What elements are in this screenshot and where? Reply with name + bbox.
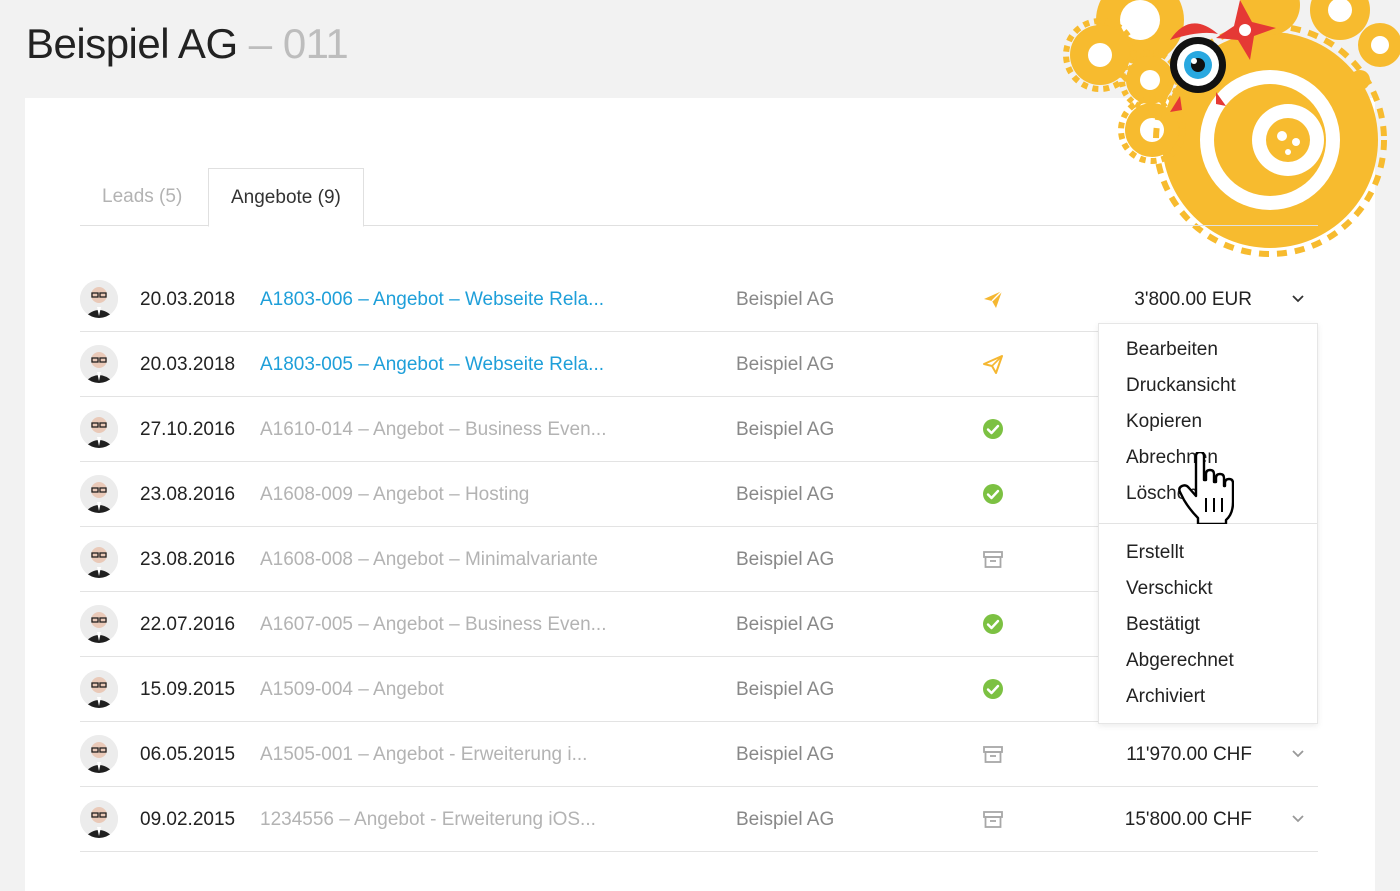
offer-title-link[interactable]: A1608-009 – Angebot – Hosting <box>260 462 529 527</box>
offer-company: Beispiel AG <box>736 614 835 635</box>
offer-date: 27.10.2016 <box>140 419 236 440</box>
offer-title-link[interactable]: 1234556 – Angebot - Erweiterung iOS... <box>260 787 596 852</box>
table-row[interactable]: 06.05.2015 A1505-001 – Angebot - Erweite… <box>80 722 1318 787</box>
menu-item-action-4[interactable]: Löschen <box>1099 476 1317 512</box>
avatar <box>80 540 118 578</box>
menu-item-action-2[interactable]: Kopieren <box>1099 404 1317 440</box>
offer-title-link[interactable]: A1509-004 – Angebot <box>260 657 444 722</box>
menu-item-status-3[interactable]: Abgerechnet <box>1099 643 1317 679</box>
chevron-down-icon[interactable] <box>1290 811 1306 827</box>
avatar <box>80 670 118 708</box>
menu-item-action-0[interactable]: Bearbeiten <box>1099 332 1317 368</box>
offer-title-link[interactable]: A1803-005 – Angebot – Webseite Rela... <box>260 332 604 397</box>
offer-amount: 11'970.00 CHF <box>1126 744 1252 765</box>
avatar <box>80 475 118 513</box>
offer-title-link[interactable]: A1505-001 – Angebot - Erweiterung i... <box>260 722 587 787</box>
tab-leads[interactable]: Leads (5) <box>80 168 204 226</box>
menu-item-status-1[interactable]: Verschickt <box>1099 571 1317 607</box>
table-row[interactable]: 09.02.2015 1234556 – Angebot - Erweiteru… <box>80 787 1318 852</box>
offer-company: Beispiel AG <box>736 484 835 505</box>
chevron-down-icon[interactable] <box>1290 291 1306 307</box>
offer-title-link[interactable]: A1607-005 – Angebot – Business Even... <box>260 592 606 657</box>
offer-company: Beispiel AG <box>736 679 835 700</box>
sent-icon <box>982 288 1004 310</box>
offer-company: Beispiel AG <box>736 419 835 440</box>
check-icon <box>982 613 1004 635</box>
tab-bar: Leads (5) Angebote (9) <box>80 168 1318 227</box>
offer-title-link[interactable]: A1803-006 – Angebot – Webseite Rela... <box>260 267 604 332</box>
offer-company: Beispiel AG <box>736 289 835 310</box>
avatar <box>80 410 118 448</box>
avatar <box>80 605 118 643</box>
avatar <box>80 735 118 773</box>
offer-company: Beispiel AG <box>736 549 835 570</box>
offer-company: Beispiel AG <box>736 354 835 375</box>
archive-icon <box>982 548 1004 570</box>
offer-date: 23.08.2016 <box>140 549 236 570</box>
offer-company: Beispiel AG <box>736 809 835 830</box>
archive-icon <box>982 808 1004 830</box>
offer-date: 15.09.2015 <box>140 679 236 700</box>
offer-date: 09.02.2015 <box>140 809 236 830</box>
chevron-down-icon[interactable] <box>1290 746 1306 762</box>
avatar <box>80 280 118 318</box>
check-icon <box>982 418 1004 440</box>
offer-date: 22.07.2016 <box>140 614 236 635</box>
menu-item-status-4[interactable]: Archiviert <box>1099 679 1317 715</box>
offer-title-link[interactable]: A1608-008 – Angebot – Minimalvariante <box>260 527 598 592</box>
offer-title-link[interactable]: A1610-014 – Angebot – Business Even... <box>260 397 606 462</box>
avatar <box>80 800 118 838</box>
offer-amount: 15'800.00 CHF <box>1124 809 1252 830</box>
separator: – <box>237 20 283 67</box>
offer-date: 06.05.2015 <box>140 744 236 765</box>
offer-date: 20.03.2018 <box>140 354 236 375</box>
menu-item-status-0[interactable]: Erstellt <box>1099 535 1317 571</box>
page-title: Beispiel AG – 011 <box>26 20 349 68</box>
check-icon <box>982 483 1004 505</box>
menu-item-action-1[interactable]: Druckansicht <box>1099 368 1317 404</box>
avatar <box>80 345 118 383</box>
offer-date: 23.08.2016 <box>140 484 236 505</box>
menu-item-status-2[interactable]: Bestätigt <box>1099 607 1317 643</box>
customer-number: 011 <box>282 20 349 67</box>
offer-date: 20.03.2018 <box>140 289 236 310</box>
check-icon <box>982 678 1004 700</box>
menu-divider <box>1099 523 1317 524</box>
tab-angebote[interactable]: Angebote (9) <box>208 168 364 227</box>
row-actions-menu: Bearbeiten Druckansicht Kopieren Abrechnen L… <box>1098 323 1318 724</box>
menu-item-action-3[interactable]: Abrechnen <box>1099 440 1317 476</box>
company-name: Beispiel AG <box>26 20 238 67</box>
offer-company: Beispiel AG <box>736 744 835 765</box>
sent-outline-icon <box>982 353 1004 375</box>
archive-icon <box>982 743 1004 765</box>
